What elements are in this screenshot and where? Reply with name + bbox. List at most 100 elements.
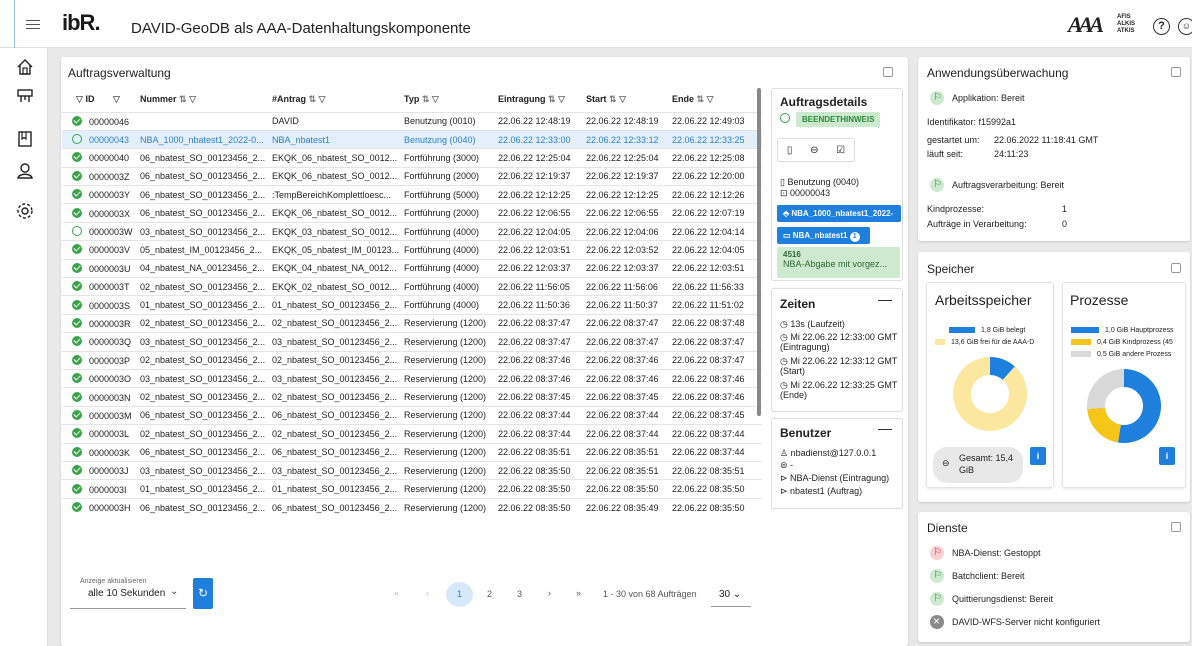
check-circle-icon	[72, 170, 82, 181]
expand-icon[interactable]	[1171, 263, 1181, 273]
inbox-icon[interactable]: ⊖	[810, 145, 818, 156]
nba-user-button[interactable]: ▭ NBA_nbatest1 1	[777, 227, 870, 244]
check-circle-icon	[72, 428, 82, 439]
table-scrollbar[interactable]	[757, 88, 761, 416]
table-row[interactable]: 0000003Z 06_nbatest_SO_00123456_2... EKQK_…	[62, 166, 762, 186]
prev-page-icon[interactable]: ‹	[426, 588, 429, 598]
cell-antrag: 06_nbatest_SO_00123456_2...	[272, 442, 404, 462]
page-1[interactable]: 1	[446, 582, 473, 607]
cell-typ: Reservierung (1200)	[404, 313, 498, 333]
table-row[interactable]: 0000003L 02_nbatest_SO_00123456_2... 02_nb…	[62, 424, 762, 444]
column-eintragung[interactable]: Eintragung ⇅ ▽	[498, 88, 586, 112]
cell-id: 0000003Y	[62, 185, 140, 204]
app-title: DAVID-GeoDB als AAA-Datenhaltungskompone…	[131, 20, 471, 37]
user-icon[interactable]	[16, 162, 34, 180]
table-row[interactable]: 0000003U 04_nbatest_NA_00123456_2... EKQK_…	[62, 258, 762, 278]
check-circle-icon	[72, 207, 82, 218]
table-row[interactable]: 00000043 NBA_1000_nbatest1_2022-0... NBA_n…	[62, 129, 762, 149]
cell-nummer: 01_nbatest_SO_00123456_2...	[140, 295, 272, 315]
page-2[interactable]: 2	[487, 589, 492, 599]
info-button[interactable]: i	[1030, 447, 1046, 465]
cell-start: 22.06.22 12:03:37	[586, 258, 672, 278]
help-icon[interactable]: ?	[1153, 18, 1170, 35]
table-row[interactable]: 0000003W 03_nbatest_SO_00123456_2... EKQK_…	[62, 221, 762, 241]
column-nummer[interactable]: Nummer ⇅ ▽	[140, 88, 272, 112]
cell-typ: Fortführung (4000)	[404, 221, 498, 241]
cell-start: 22.06.22 08:35:50	[586, 479, 672, 499]
expand-icon[interactable]	[1171, 522, 1181, 532]
flag-icon	[930, 569, 944, 583]
home-icon[interactable]	[16, 58, 34, 76]
message-box: 4516 NBA-Abgabe mit vorgez...	[777, 247, 900, 278]
nba-file-button[interactable]: ⬘ NBA_1000_nbatest1_2022-	[777, 205, 901, 222]
cell-antrag: :TempBereichKomplettloesc...	[272, 185, 404, 204]
user-circle-icon[interactable]: ☺	[1178, 18, 1192, 35]
total-memory-chip: ⊖ Gesamt: 15,4 GiB	[933, 447, 1023, 483]
cell-typ: Reservierung (1200)	[404, 350, 498, 370]
cell-typ: Reservierung (1200)	[404, 442, 498, 462]
cell-start: 22.06.22 08:35:49	[586, 497, 672, 517]
page-size-select[interactable]: 30 ⌄	[711, 582, 751, 607]
collapse-icon[interactable]: —	[878, 291, 892, 307]
book-icon[interactable]	[16, 130, 34, 148]
jobs-label: Aufträge in Verarbeitung:	[927, 219, 1027, 229]
cell-antrag: EKQK_06_nbatest_SO_0012...	[272, 166, 404, 186]
table-row[interactable]: 0000003M 06_nbatest_SO_00123456_2... 06_nb…	[62, 405, 762, 425]
settings-icon[interactable]	[16, 202, 34, 220]
column-id[interactable]: ▽ ID ▽	[62, 88, 140, 112]
column-antrag[interactable]: #Antrag ⇅ ▽	[272, 88, 404, 112]
first-page-icon[interactable]: «	[394, 588, 399, 598]
cell-antrag: DAVID	[272, 111, 404, 131]
info-button[interactable]: i	[1159, 447, 1175, 465]
table-row[interactable]: 00000046 DAVID Benutzung (0010) 22.06.22 12…	[62, 111, 762, 131]
table-row[interactable]: 0000003I 01_nbatest_SO_00123456_2... 01_nb…	[62, 479, 762, 499]
expand-icon[interactable]	[883, 67, 893, 77]
table-row[interactable]: 0000003H 06_nbatest_SO_00123456_2... 06_nb…	[62, 497, 762, 517]
collapse-icon[interactable]: —	[878, 420, 892, 436]
cell-nummer: NBA_1000_nbatest1_2022-0...	[140, 129, 272, 149]
duration: ◷ 13s (Laufzeit)	[780, 319, 845, 329]
table-row[interactable]: 0000003J 03_nbatest_SO_00123456_2... 03_nb…	[62, 460, 762, 480]
cell-ende: 22.06.22 12:03:51	[672, 258, 762, 278]
cell-eintragung: 22.06.22 11:56:05	[498, 277, 586, 296]
table-row[interactable]: 0000003T 02_nbatest_SO_00123456_2... EKQK_…	[62, 277, 762, 296]
table-row[interactable]: 00000040 06_nbatest_SO_00123456_2... EKQK_…	[62, 148, 762, 168]
cell-start: 22.06.22 08:37:44	[586, 405, 672, 425]
table-row[interactable]: 0000003N 02_nbatest_SO_00123456_2... 02_nb…	[62, 387, 762, 407]
cell-eintragung: 22.06.22 08:37:45	[498, 387, 586, 407]
table-row[interactable]: 0000003O 03_nbatest_SO_00123456_2... 03_nb…	[62, 368, 762, 388]
last-page-icon[interactable]: »	[576, 588, 581, 598]
cell-eintragung: 22.06.22 08:37:47	[498, 332, 586, 352]
orders-table: ▽ ID ▽ Nummer ⇅ ▽ #Antrag ⇅ ▽ Typ ⇅ ▽ Ei…	[62, 88, 762, 517]
column-ende[interactable]: Ende ⇅ ▽	[672, 88, 762, 112]
column-start[interactable]: Start ⇅ ▽	[586, 88, 672, 112]
close-icon	[930, 614, 944, 629]
table-row[interactable]: 0000003P 02_nbatest_SO_00123456_2... 02_nb…	[62, 350, 762, 370]
cell-id: 0000003T	[62, 277, 140, 296]
menu-icon[interactable]	[26, 17, 40, 31]
table-row[interactable]: 0000003V 05_nbatest_IM_00123456_2... EKQK_…	[62, 240, 762, 260]
page-3[interactable]: 3	[517, 589, 522, 599]
table-row[interactable]: 0000003R 02_nbatest_SO_00123456_2... 02_nb…	[62, 313, 762, 333]
stamp-icon[interactable]	[16, 87, 34, 105]
cell-start: 22.06.22 08:37:44	[586, 424, 672, 444]
cell-start: 22.06.22 12:48:19	[586, 111, 672, 131]
table-row[interactable]: 0000003Y 06_nbatest_SO_00123456_2...:Temp…	[62, 185, 762, 204]
donut-slice	[953, 357, 1027, 431]
checkbox-icon[interactable]: ☑	[836, 145, 845, 156]
orders-table-body: 00000046 DAVID Benutzung (0010) 22.06.22 12…	[62, 111, 762, 517]
column-typ[interactable]: Typ ⇅ ▽	[404, 88, 498, 112]
table-row[interactable]: 0000003Q 03_nbatest_SO_00123456_2... 03_nb…	[62, 332, 762, 352]
legend-swatch	[935, 339, 945, 346]
table-row[interactable]: 0000003K 06_nbatest_SO_00123456_2... 06_nb…	[62, 442, 762, 462]
table-row[interactable]: 0000003X 06_nbatest_SO_00123456_2... EKQK_…	[62, 203, 762, 223]
refresh-interval-select[interactable]: Anzeige aktualisieren alle 10 Sekunden ⌄	[70, 575, 186, 609]
expand-icon[interactable]	[1171, 67, 1181, 77]
cell-id: 00000040	[62, 148, 140, 168]
chevron-down-icon: ⌄	[732, 589, 742, 600]
table-row[interactable]: 0000003S 01_nbatest_SO_00123456_2... 01_nb…	[62, 295, 762, 315]
document-icon[interactable]: ▯	[787, 145, 793, 156]
next-page-icon[interactable]: ›	[548, 588, 551, 598]
refresh-button[interactable]: ↻	[193, 578, 213, 609]
cell-nummer: 06_nbatest_SO_00123456_2...	[140, 442, 272, 462]
